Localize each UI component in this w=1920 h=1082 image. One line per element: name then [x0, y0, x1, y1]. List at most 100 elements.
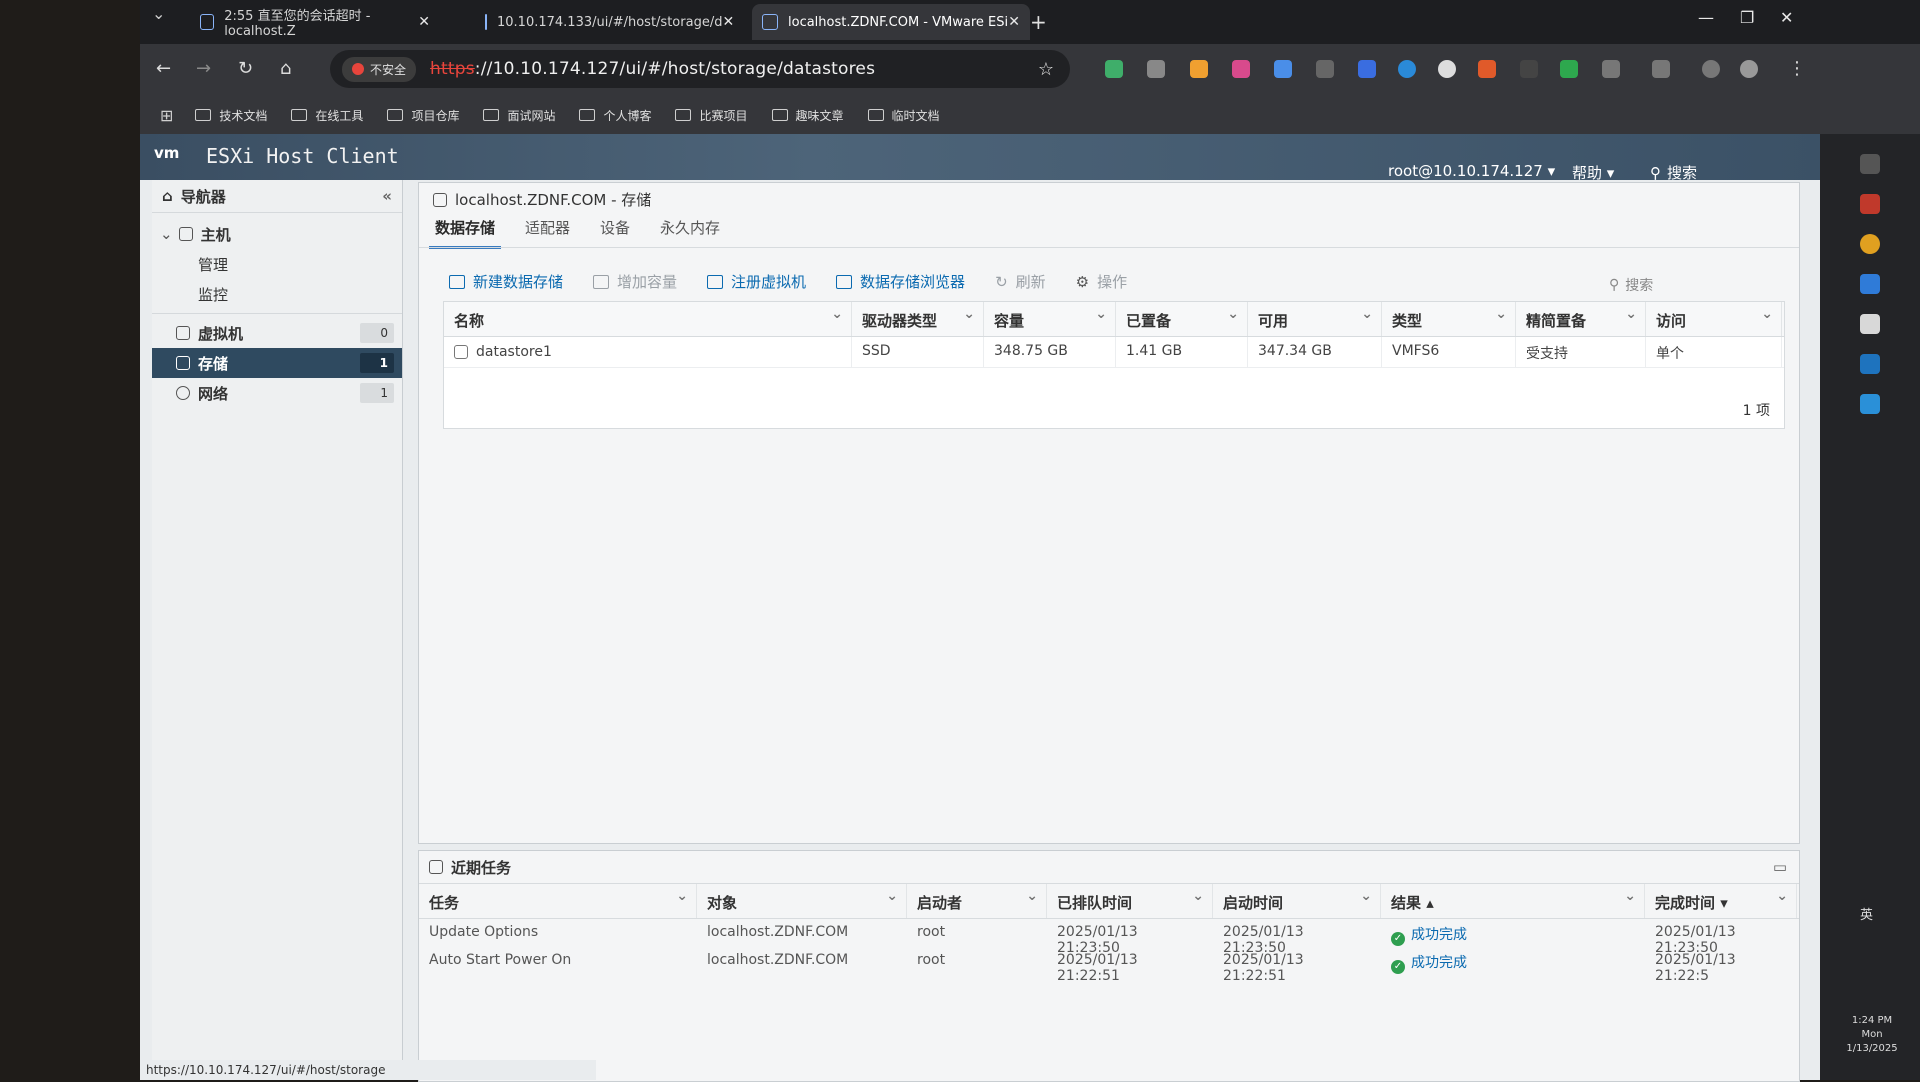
- column-header[interactable]: 启动者: [907, 884, 1047, 918]
- column-header[interactable]: 精简置备: [1516, 302, 1646, 336]
- column-header[interactable]: 类型: [1382, 302, 1516, 336]
- minimize-icon[interactable]: —: [1698, 8, 1714, 27]
- tab-persistent-memory[interactable]: 永久内存: [654, 213, 726, 249]
- outlook-icon[interactable]: [1860, 354, 1880, 374]
- close-icon[interactable]: ✕: [418, 14, 430, 30]
- column-header[interactable]: 访问: [1646, 302, 1782, 336]
- home-icon[interactable]: ⌂: [280, 58, 291, 79]
- extension-play-icon[interactable]: [1398, 60, 1416, 78]
- favorites-icon[interactable]: [1652, 60, 1670, 78]
- bookmark-folder[interactable]: 面试网站: [483, 107, 555, 124]
- nav-item-host[interactable]: ⌄ 主机: [152, 219, 402, 249]
- grid-search-input[interactable]: ⚲ 搜索: [1609, 271, 1769, 299]
- extension-badge-icon[interactable]: [1358, 60, 1376, 78]
- column-header[interactable]: 启动时间: [1213, 884, 1381, 918]
- extensions-puzzle-icon[interactable]: [1602, 60, 1620, 78]
- column-header[interactable]: 可用: [1248, 302, 1382, 336]
- collapse-icon[interactable]: «: [382, 187, 392, 205]
- chrome-icon[interactable]: [1860, 234, 1880, 254]
- nav-item-monitor[interactable]: 监控: [152, 279, 402, 309]
- nav-item-network[interactable]: 网络 1: [152, 378, 402, 408]
- address-bar[interactable]: 不安全 https://10.10.174.127/ui/#/host/stor…: [330, 50, 1070, 88]
- table-row[interactable]: Update Options localhost.ZDNF.COM root 2…: [419, 919, 1799, 956]
- bookmark-star-icon[interactable]: ☆: [1038, 59, 1054, 80]
- url-text[interactable]: https://10.10.174.127/ui/#/host/storage/…: [430, 59, 875, 79]
- column-header[interactable]: 完成时间 ▾: [1645, 884, 1797, 918]
- result-link[interactable]: 成功完成: [1411, 927, 1467, 943]
- refresh-button[interactable]: ↻ 刷新: [995, 271, 1046, 292]
- reload-icon[interactable]: ↻: [238, 58, 253, 79]
- sync-icon[interactable]: [1702, 60, 1720, 78]
- profile-avatar[interactable]: [1740, 60, 1758, 78]
- maximize-icon[interactable]: ▭: [1773, 858, 1787, 876]
- actions-menu-button[interactable]: ⚙ 操作: [1076, 271, 1127, 292]
- sidebar-app-icon[interactable]: [1860, 314, 1880, 334]
- extension-owl-icon[interactable]: [1147, 60, 1165, 78]
- bookmark-folder[interactable]: 项目仓库: [387, 107, 459, 124]
- close-icon[interactable]: ✕: [1008, 14, 1020, 30]
- restore-icon[interactable]: ❐: [1740, 8, 1754, 27]
- bookmark-folder[interactable]: 趣味文章: [771, 107, 844, 124]
- datastore-name-link[interactable]: datastore1: [444, 337, 852, 367]
- chevron-down-icon[interactable]: ⌄: [160, 225, 173, 243]
- bookmark-folder[interactable]: 技术文档: [195, 107, 267, 124]
- extension-grid-icon[interactable]: [1105, 60, 1123, 78]
- nav-item-vms[interactable]: 虚拟机 0: [152, 318, 402, 348]
- home-icon[interactable]: ⌂: [162, 187, 173, 205]
- column-header[interactable]: 容量: [984, 302, 1116, 336]
- result-link[interactable]: 成功完成: [1411, 955, 1467, 971]
- header-search[interactable]: ⚲ 搜索: [1650, 162, 1697, 183]
- column-header[interactable]: 结果 ▴: [1381, 884, 1645, 918]
- close-icon[interactable]: ✕: [722, 14, 734, 30]
- datastore-browser-button[interactable]: 数据存储浏览器: [836, 271, 965, 292]
- tab-adapters[interactable]: 适配器: [519, 213, 576, 249]
- column-header[interactable]: 任务: [419, 884, 697, 918]
- sidebar-app-icon[interactable]: [1860, 274, 1880, 294]
- ime-indicator[interactable]: 英: [1860, 904, 1873, 923]
- register-vm-button[interactable]: 注册虚拟机: [707, 271, 806, 292]
- taskbar-clock[interactable]: 1:24 PM Mon 1/13/2025: [1842, 1014, 1902, 1056]
- extension-card-icon[interactable]: [1520, 60, 1538, 78]
- extension-translate-icon[interactable]: [1232, 60, 1250, 78]
- extension-shield-icon[interactable]: [1560, 60, 1578, 78]
- extension-clip-icon[interactable]: [1274, 60, 1292, 78]
- table-row[interactable]: datastore1 SSD 348.75 GB 1.41 GB 347.34 …: [444, 337, 1784, 368]
- tab-esxi-active[interactable]: localhost.ZDNF.COM - VMware ESi ✕: [752, 4, 1030, 40]
- nav-item-manage[interactable]: 管理: [152, 249, 402, 279]
- column-header[interactable]: 已排队时间: [1047, 884, 1213, 918]
- column-header[interactable]: 对象: [697, 884, 907, 918]
- apps-grid-icon[interactable]: ⊞: [160, 106, 173, 125]
- bookmark-folder[interactable]: 个人博客: [579, 107, 651, 124]
- column-header[interactable]: 已置备: [1116, 302, 1248, 336]
- increase-capacity-button[interactable]: 增加容量: [593, 271, 677, 292]
- new-datastore-button[interactable]: 新建数据存储: [449, 271, 563, 292]
- help-menu[interactable]: 帮助 ▾: [1572, 162, 1614, 183]
- security-badge[interactable]: 不安全: [342, 56, 417, 82]
- nav-item-storage[interactable]: 存储 1: [152, 348, 402, 378]
- bookmark-folder[interactable]: 在线工具: [291, 107, 363, 124]
- tab-session[interactable]: 2:55 直至您的会话超时 - localhost.Z ✕: [190, 4, 440, 40]
- sidebar-app-icon[interactable]: [1860, 194, 1880, 214]
- column-header[interactable]: 名称: [444, 302, 852, 336]
- bookmark-folder[interactable]: 临时文档: [867, 107, 940, 124]
- tab-storage[interactable]: 10.10.174.133/ui/#/host/storage/d ✕: [475, 4, 734, 40]
- action-label: 刷新: [1015, 273, 1046, 291]
- new-tab-icon[interactable]: +: [1030, 10, 1047, 34]
- menu-dots-icon[interactable]: ⋮: [1788, 58, 1806, 79]
- forward-icon[interactable]: →: [196, 58, 211, 79]
- user-menu[interactable]: root@10.10.174.127 ▾: [1388, 162, 1555, 180]
- extension-puzzle-red-icon[interactable]: [1478, 60, 1496, 78]
- extension-reader-icon[interactable]: [1316, 60, 1334, 78]
- tab-datastores[interactable]: 数据存储: [429, 213, 502, 249]
- tab-search-chevron-icon[interactable]: ⌄: [152, 4, 165, 23]
- sidebar-app-icon[interactable]: [1860, 154, 1880, 174]
- extension-search-icon[interactable]: [1190, 60, 1208, 78]
- column-header[interactable]: 驱动器类型: [852, 302, 984, 336]
- bookmark-folder[interactable]: 比赛项目: [675, 107, 748, 124]
- tab-devices[interactable]: 设备: [594, 213, 636, 249]
- window-close-icon[interactable]: ✕: [1780, 8, 1793, 27]
- extension-dollar-icon[interactable]: [1438, 60, 1456, 78]
- sidebar-app-icon[interactable]: [1860, 394, 1880, 414]
- back-icon[interactable]: ←: [156, 58, 171, 79]
- table-row[interactable]: Auto Start Power On localhost.ZDNF.COM r…: [419, 947, 1799, 984]
